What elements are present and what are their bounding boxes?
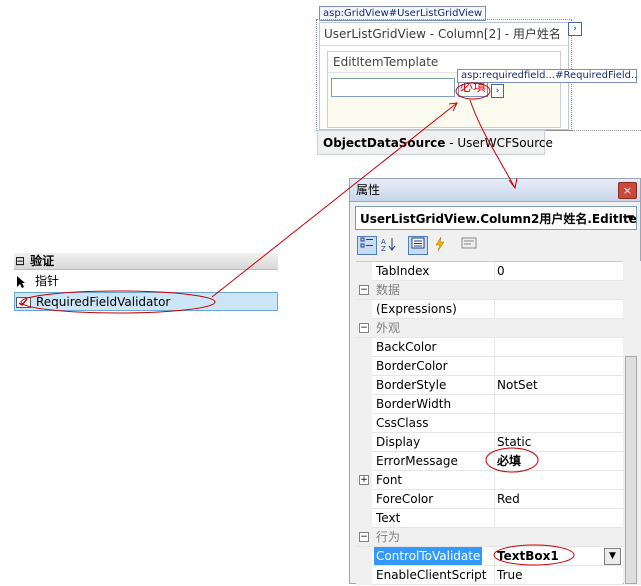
property-name: BackColor [376, 340, 437, 354]
property-name: BorderWidth [376, 397, 452, 411]
toolbox-item-requiredfieldvalidator[interactable]: RequiredFieldValidator [14, 292, 278, 311]
design-surface-border [545, 130, 641, 159]
property-row[interactable]: BorderStyle NotSet [356, 376, 623, 395]
property-name: BorderStyle [376, 378, 447, 392]
toolbox-item-label: 指针 [35, 274, 60, 288]
category-name: 外观 [376, 321, 401, 335]
property-value[interactable] [494, 414, 623, 432]
collapse-icon[interactable]: − [359, 285, 369, 295]
property-grid[interactable]: TabIndex 0 − 数据 (Expressions) − 外观 BackC… [356, 261, 623, 586]
categorized-view-icon[interactable] [357, 236, 377, 255]
property-row[interactable]: (Expressions) [356, 300, 623, 319]
property-name: Display [376, 435, 421, 449]
toolbox-item-label: RequiredFieldValidator [36, 295, 171, 309]
property-value[interactable] [494, 300, 623, 318]
property-value[interactable] [494, 509, 623, 527]
object-selector-value: UserListGridView.Column2用户姓名.EditIte [360, 212, 637, 226]
property-name: Font [376, 473, 403, 487]
chevron-down-icon[interactable]: ▼ [627, 207, 634, 229]
textbox1[interactable] [331, 78, 455, 97]
toolbox-section-label: 验证 [30, 254, 55, 268]
property-row[interactable]: Display Static [356, 433, 623, 452]
property-row[interactable]: BackColor [356, 338, 623, 357]
property-name: ErrorMessage [376, 454, 458, 468]
property-value[interactable] [494, 395, 623, 413]
property-row[interactable]: BorderWidth [356, 395, 623, 414]
expand-icon[interactable]: + [359, 475, 369, 485]
property-value[interactable] [494, 338, 623, 356]
property-name: Text [376, 511, 401, 525]
validator-smart-tag-icon[interactable]: › [491, 84, 504, 98]
object-selector-dropdown[interactable]: UserListGridView.Column2用户姓名.EditIte ▼ [355, 206, 637, 230]
property-value[interactable] [494, 357, 623, 375]
property-value[interactable]: True [494, 566, 623, 584]
close-icon[interactable]: × [618, 182, 637, 199]
objectdatasource-id: - UserWCFSource [445, 136, 553, 150]
property-value[interactable]: NotSet [494, 376, 623, 394]
events-icon[interactable] [430, 236, 450, 255]
property-value[interactable]: 0 [494, 262, 623, 280]
pointer-icon [16, 272, 32, 291]
properties-title-bar[interactable]: 属性 [350, 179, 640, 202]
scrollbar-thumb[interactable] [625, 356, 637, 584]
collapse-icon[interactable]: ⊟ [15, 254, 25, 268]
property-row-selected[interactable]: ControlToValidate TextBox1 ▼ [356, 547, 623, 566]
property-row[interactable]: ForeColor Red [356, 490, 623, 509]
objectdatasource-name: ObjectDataSource [323, 136, 446, 150]
category-row[interactable]: − 数据 [356, 281, 623, 300]
property-name: TabIndex [376, 264, 430, 278]
property-row[interactable]: CssClass [356, 414, 623, 433]
property-row[interactable]: + Font [356, 471, 623, 490]
svg-text:Z: Z [381, 245, 386, 251]
edit-item-template[interactable]: EditItemTemplate 必填 [327, 51, 561, 128]
property-value[interactable]: 必填 [494, 452, 623, 470]
properties-window[interactable]: 属性 × UserListGridView.Column2用户姓名.EditIt… [349, 178, 641, 586]
property-value[interactable]: Red [494, 490, 623, 508]
property-name: (Expressions) [376, 302, 457, 316]
toolbox-item-pointer[interactable]: 指针 [14, 272, 278, 291]
category-name: 数据 [376, 283, 401, 297]
collapse-icon[interactable]: − [359, 532, 369, 542]
toolbox-section-validation[interactable]: ⊟ 验证 [14, 253, 278, 270]
objectdatasource-control[interactable]: ObjectDataSource - UserWCFSource [317, 130, 553, 155]
validator-icon [16, 293, 32, 312]
property-row[interactable]: TabIndex 0 [356, 262, 623, 281]
collapse-icon[interactable]: − [359, 323, 369, 333]
properties-title: 属性 [356, 183, 381, 197]
chevron-down-icon[interactable]: ▼ [604, 548, 621, 565]
property-name: CssClass [376, 416, 429, 430]
validator-tag: asp:requiredfield...#RequiredField... [457, 69, 637, 83]
property-row[interactable]: ErrorMessage 必填 [356, 452, 623, 471]
property-value[interactable]: Static [494, 433, 623, 451]
category-row[interactable]: − 行为 [356, 528, 623, 547]
property-name: ForeColor [376, 492, 434, 506]
properties-view-icon[interactable] [408, 236, 428, 255]
property-pages-icon[interactable] [459, 236, 479, 255]
alphabetical-sort-icon[interactable]: AZ [379, 236, 399, 255]
gridview-column-header: UserListGridView - Column[2] - 用户姓名 [320, 23, 568, 46]
category-name: 行为 [376, 530, 401, 544]
gridview-smart-tag-icon[interactable]: › [568, 22, 582, 36]
property-row[interactable]: EnableClientScript True [356, 566, 623, 585]
property-name: EnableClientScript [376, 568, 487, 582]
property-row[interactable]: BorderColor [356, 357, 623, 376]
property-value[interactable] [494, 471, 623, 489]
category-row[interactable]: − 外观 [356, 319, 623, 338]
property-name: BorderColor [376, 359, 448, 373]
property-name: ControlToValidate [374, 547, 483, 565]
property-row[interactable]: Text [356, 509, 623, 528]
